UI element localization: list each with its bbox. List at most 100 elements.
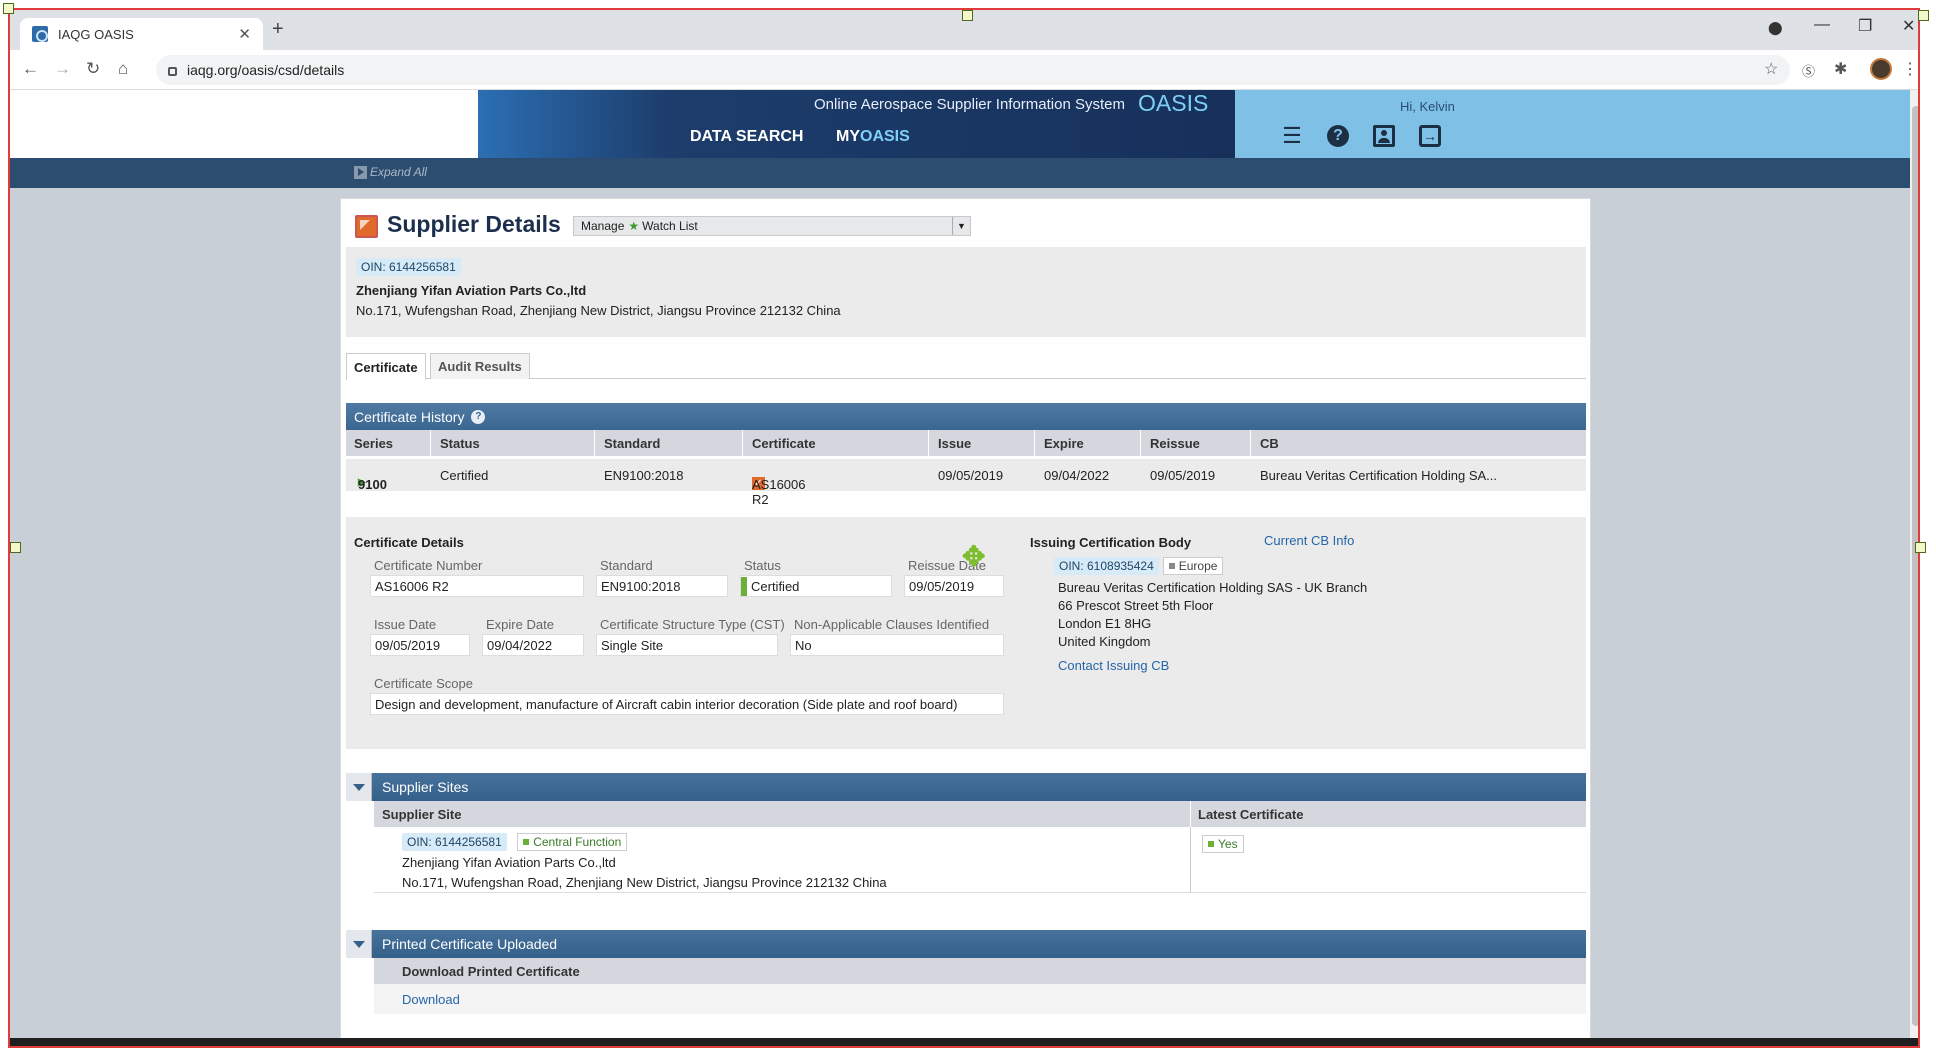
browser-tab[interactable]: IAQG OASIS ✕ xyxy=(20,18,263,50)
col-status[interactable]: Status xyxy=(440,436,480,451)
download-printed-heading: Download Printed Certificate xyxy=(402,964,580,979)
label-expire-date: Expire Date xyxy=(486,617,554,632)
field-cert-number: AS16006 R2 xyxy=(370,575,584,597)
browser-menu-icon[interactable]: ⋮ xyxy=(1902,59,1918,79)
site-oin-badge: OIN: 6144256581 xyxy=(402,833,507,851)
watch-list-label: Watch List xyxy=(642,219,698,233)
row-issue: 09/05/2019 xyxy=(938,468,1004,483)
move-cursor-icon: ✥ xyxy=(962,541,986,572)
site-header: iaqg Online Aerospace Supplier Informati… xyxy=(10,90,1918,158)
detail-tabs: Certificate Audit Results xyxy=(346,353,1586,380)
sites-table-header: Supplier Site Latest Certificate xyxy=(374,801,1586,827)
col-certificate[interactable]: Certificate xyxy=(752,436,816,451)
extension-s-icon[interactable]: Ⓢ xyxy=(1802,61,1815,80)
field-issue-date: 09/05/2019 xyxy=(370,634,470,656)
collapse-toggle-icon[interactable] xyxy=(346,773,372,801)
cb-address-line1: 66 Prescot Street 5th Floor xyxy=(1058,598,1214,613)
help-question-icon[interactable]: ? xyxy=(471,409,486,424)
download-link[interactable]: Download xyxy=(402,992,460,1007)
site-badges: OIN: 6144256581 Central Function xyxy=(402,833,628,851)
collapse-toggle-icon[interactable] xyxy=(346,930,372,958)
bookmark-star-icon[interactable]: ☆ xyxy=(1764,59,1778,79)
tab-certificate[interactable]: Certificate xyxy=(346,353,426,380)
list-item: OIN: 6144256581 Central Function Zhenjia… xyxy=(374,827,1586,893)
resize-handle[interactable] xyxy=(1915,542,1926,553)
col-expire[interactable]: Expire xyxy=(1044,436,1084,451)
col-sep xyxy=(1034,430,1035,456)
label-issue-date: Issue Date xyxy=(374,617,437,632)
region-badge: Europe xyxy=(1162,557,1224,575)
menu-icon[interactable]: ☰ xyxy=(1280,123,1304,148)
dropdown-arrow-icon[interactable]: ▼ xyxy=(952,217,970,235)
tab-audit-results[interactable]: Audit Results xyxy=(430,353,530,379)
supplier-summary: OIN: 6144256581 Zhenjiang Yifan Aviation… xyxy=(346,247,1586,337)
label-cert-number: Certificate Number xyxy=(374,558,483,573)
page-title: Supplier Details xyxy=(387,211,561,237)
cb-oin-badge: OIN: 6108935424 xyxy=(1054,557,1159,575)
field-cst: Single Site xyxy=(596,634,778,656)
supplier-sites-header[interactable]: Supplier Sites xyxy=(346,773,1586,801)
row-cb: Bureau Veritas Certification Holding SA.… xyxy=(1260,468,1498,483)
printed-certificate-header[interactable]: Printed Certificate Uploaded xyxy=(346,930,1586,958)
region-label: Europe xyxy=(1178,559,1218,573)
logout-icon[interactable]: → xyxy=(1418,124,1442,148)
supplier-name: Zhenjiang Yifan Aviation Parts Co.,ltd xyxy=(356,283,587,298)
latest-yes-badge: Yes xyxy=(1202,835,1244,853)
tab-search-icon[interactable]: ⬤ xyxy=(1768,20,1783,36)
col-standard[interactable]: Standard xyxy=(604,436,660,451)
row-expire: 09/04/2022 xyxy=(1044,468,1110,483)
back-icon[interactable]: ← xyxy=(22,59,39,79)
printed-certificate-title: Printed Certificate Uploaded xyxy=(382,936,558,952)
field-expire-date: 09/04/2022 xyxy=(482,634,584,656)
help-icon[interactable]: ? xyxy=(1326,124,1350,148)
profile-avatar[interactable] xyxy=(1870,58,1892,80)
download-row: Download xyxy=(374,984,1586,1014)
printed-subheader: Download Printed Certificate xyxy=(374,958,1586,984)
row-status: Certified xyxy=(440,468,489,483)
function-square-icon xyxy=(523,839,530,845)
field-reissue-date: 09/05/2019 xyxy=(904,575,1004,597)
col-series[interactable]: Series xyxy=(354,436,393,451)
url-field[interactable]: iaqg.org/oasis/csd/details xyxy=(156,55,1790,85)
page-scrollbar[interactable] xyxy=(1910,90,1918,1046)
reload-icon[interactable]: ↻ xyxy=(86,59,100,79)
watch-list-select[interactable]: Manage ★ Watch List ▼ xyxy=(573,216,971,236)
nav-data-search[interactable]: DATA SEARCH xyxy=(690,128,803,146)
col-reissue[interactable]: Reissue xyxy=(1150,436,1200,451)
function-label: Central Function xyxy=(533,835,622,849)
current-cb-info-link[interactable]: Current CB Info xyxy=(1264,533,1354,548)
resize-handle[interactable] xyxy=(10,542,21,553)
extensions-puzzle-icon[interactable]: ✱ xyxy=(1834,59,1847,79)
new-tab-button[interactable]: + xyxy=(272,18,284,41)
table-row[interactable]: ▶ 9100 Certified EN9100:2018 ✓ AS16006 R2 … xyxy=(346,459,1586,507)
col-latest-certificate: Latest Certificate xyxy=(1198,807,1304,822)
taskbar-strip xyxy=(10,1038,1918,1046)
minimize-icon[interactable]: — xyxy=(1814,16,1830,34)
resize-handle[interactable] xyxy=(1918,10,1929,21)
home-icon[interactable]: ⌂ xyxy=(118,59,128,79)
resize-handle[interactable] xyxy=(3,3,14,14)
col-supplier-site: Supplier Site xyxy=(382,807,462,822)
close-tab-icon[interactable]: ✕ xyxy=(238,25,251,43)
label-nac: Non-Applicable Clauses Identified xyxy=(794,617,990,632)
expand-all-button[interactable]: Expand All xyxy=(354,165,427,179)
history-table-header: Series Status Standard Certificate Issue… xyxy=(346,430,1586,456)
restore-icon[interactable]: ❐ xyxy=(1858,16,1872,36)
field-status: Certified xyxy=(740,575,892,597)
label-cst: Certificate Structure Type (CST) xyxy=(600,617,785,632)
forward-icon[interactable]: → xyxy=(54,59,71,79)
contact-issuing-cb-link[interactable]: Contact Issuing CB xyxy=(1058,658,1169,673)
col-issue[interactable]: Issue xyxy=(938,436,971,451)
resize-handle[interactable] xyxy=(962,10,973,21)
profile-icon[interactable] xyxy=(1372,124,1396,148)
col-cb[interactable]: CB xyxy=(1260,436,1279,451)
screen-frame: IAQG OASIS ✕ + ⬤ — ❐ ✕ ← → ↻ ⌂ iaqg.org/… xyxy=(8,8,1920,1048)
field-scope: Design and development, manufacture of A… xyxy=(370,693,1004,715)
label-scope: Certificate Scope xyxy=(374,676,473,691)
nav-my-oasis[interactable]: MYOASIS xyxy=(836,128,910,146)
expand-all-label: Expand All xyxy=(370,165,427,179)
close-window-icon[interactable]: ✕ xyxy=(1902,16,1915,36)
nav-my-suffix: OASIS xyxy=(860,128,910,145)
scrollbar-thumb[interactable] xyxy=(1912,106,1918,1026)
tab-title: IAQG OASIS xyxy=(58,26,134,42)
